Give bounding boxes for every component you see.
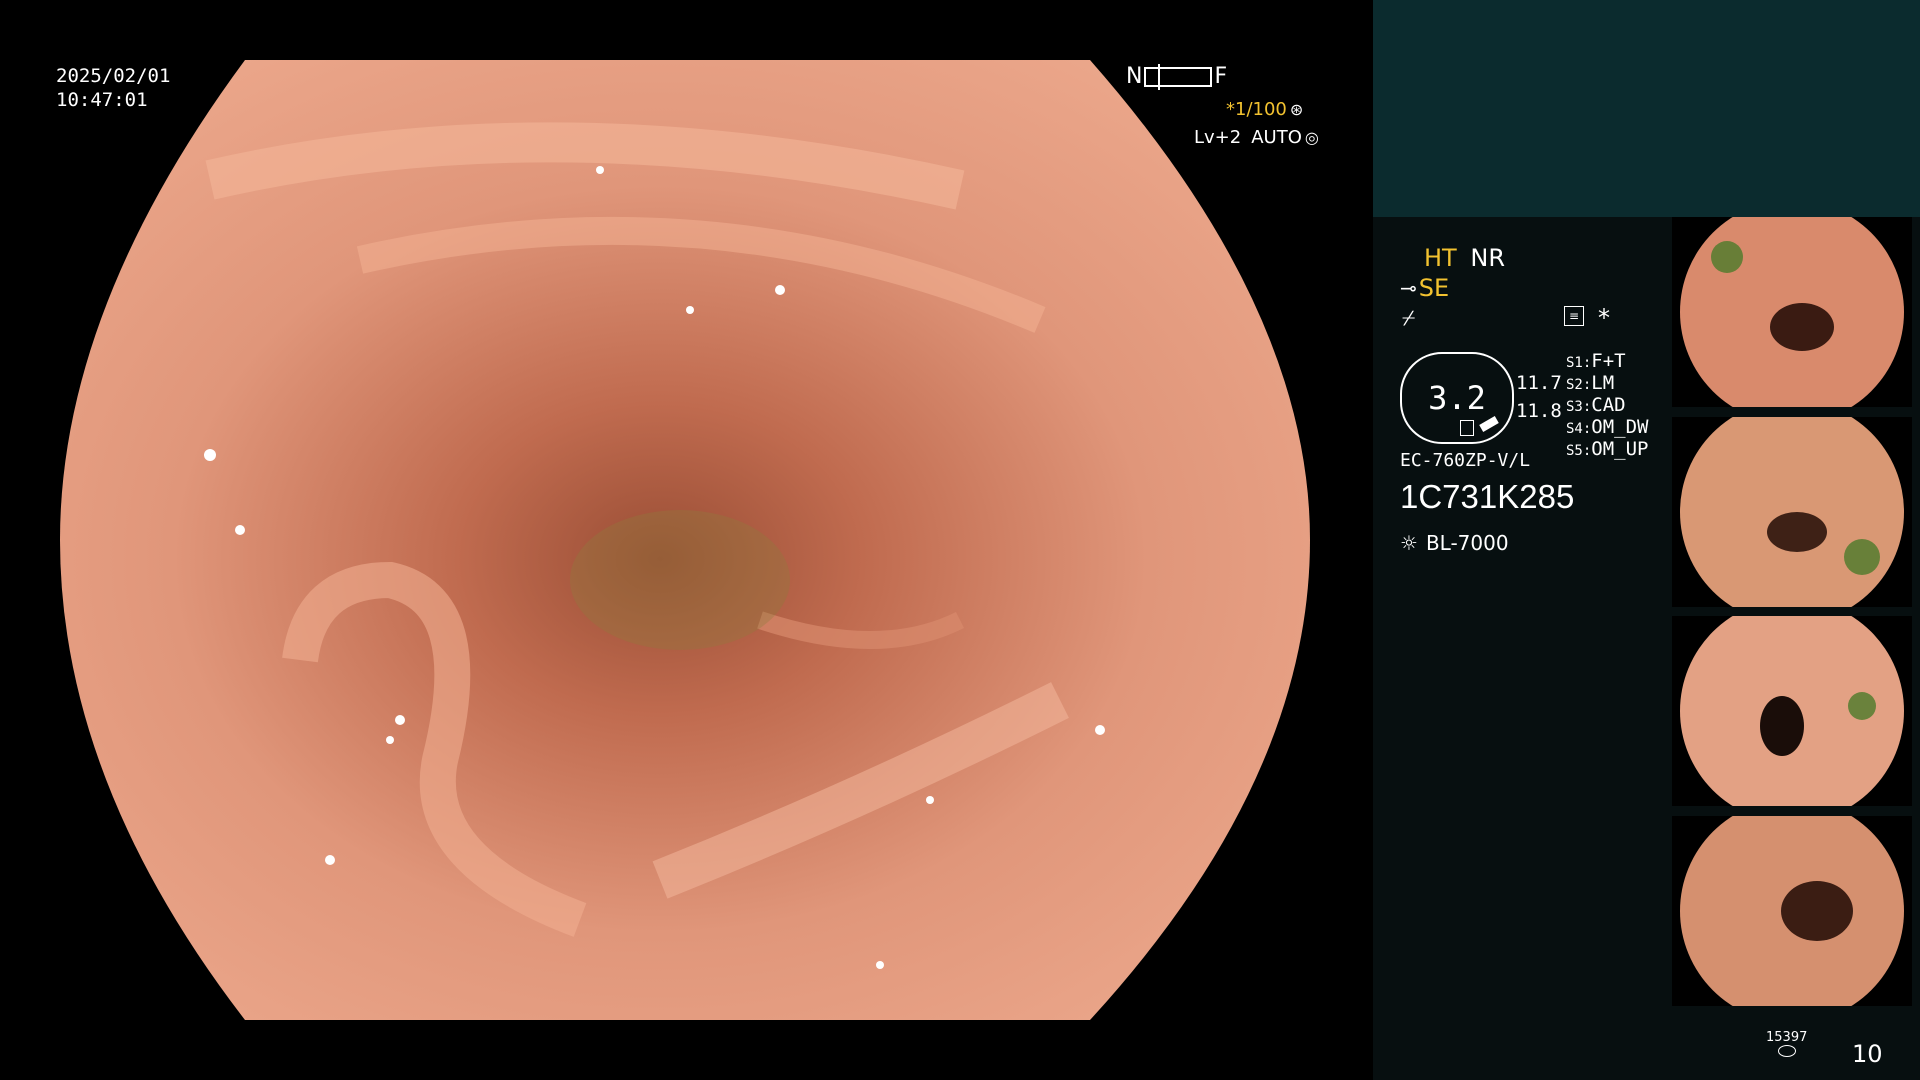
switch-item: S4:OM_DW xyxy=(1566,416,1649,438)
zoom-side-bottom: 11.8 xyxy=(1516,400,1562,422)
mode-row: HT NR xyxy=(1424,244,1505,272)
switch-list: S1:F+T S2:LM S3:CAD S4:OM_DW S5:OM_UP xyxy=(1566,350,1649,460)
shutter-readout: *1/100 ⊛ xyxy=(1226,99,1303,120)
enhance-readout: Lv+2 AUTO ◎ xyxy=(1194,127,1319,148)
light-source: ☼ BL-7000 xyxy=(1400,531,1509,555)
timestamp: 2025/02/01 10:47:01 xyxy=(56,64,170,112)
auto-icon: ◎ xyxy=(1304,128,1319,147)
zoom-box-icon xyxy=(1460,420,1474,436)
se-icon: ⊸ xyxy=(1400,276,1417,300)
switch-item: S5:OM_UP xyxy=(1566,438,1649,460)
thumbnail[interactable] xyxy=(1672,217,1912,407)
endoscope-image xyxy=(60,60,1310,1020)
thumbnail[interactable] xyxy=(1672,616,1912,806)
switch-item: S3:CAD xyxy=(1566,394,1626,416)
ht-mode: HT xyxy=(1424,244,1457,272)
switch-item: S2:LM xyxy=(1566,372,1615,394)
focus-scale: N F xyxy=(1126,63,1228,90)
settings-icon[interactable]: ≡ xyxy=(1564,306,1584,326)
scope-serial: 1C731K285 xyxy=(1400,478,1575,515)
focus-near-label: N xyxy=(1126,64,1143,89)
page-number: 10 xyxy=(1852,1040,1883,1068)
switch-item: S1:F+T xyxy=(1566,350,1626,372)
endoscope-view xyxy=(60,60,1310,1020)
timestamp-time: 10:47:01 xyxy=(56,89,148,111)
se-mode-row: ⊸ SE xyxy=(1400,274,1449,302)
lamp-icon: ☼ xyxy=(1400,531,1418,555)
zoom-value: 3.2 xyxy=(1428,379,1486,417)
focus-bar-icon xyxy=(1144,63,1213,90)
shutter-value: *1/100 xyxy=(1226,99,1287,120)
shutter-icon: ⊛ xyxy=(1289,100,1304,119)
zoom-side-top: 11.7 xyxy=(1516,372,1562,394)
nr-mode: NR xyxy=(1470,244,1505,272)
slash-icon: ⌿ xyxy=(1402,306,1416,331)
thumbnail[interactable] xyxy=(1672,417,1912,607)
star-icon: * xyxy=(1598,304,1610,332)
zoom-gauge: 3.2 xyxy=(1400,352,1514,444)
zoom-indicator-icon xyxy=(1479,416,1499,432)
info-panel-header xyxy=(1373,0,1920,217)
focus-far-label: F xyxy=(1214,64,1228,89)
image-count: 15397 xyxy=(1766,1030,1807,1057)
enhance-mode: AUTO xyxy=(1251,127,1302,148)
enhance-level: Lv+2 xyxy=(1194,127,1242,148)
scope-model: EC-760ZP-V/L xyxy=(1400,450,1531,471)
timestamp-date: 2025/02/01 xyxy=(56,65,171,87)
thumbnail[interactable] xyxy=(1672,816,1912,1006)
mode-indicator: ⌿ xyxy=(1402,306,1415,331)
storage-icon xyxy=(1777,1045,1796,1057)
se-mode: SE xyxy=(1418,274,1450,302)
